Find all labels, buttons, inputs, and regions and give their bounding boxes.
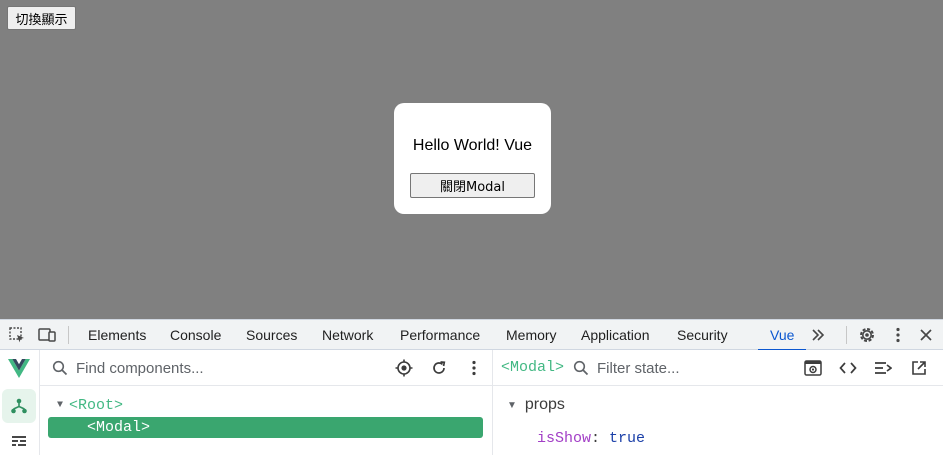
state-inspector-pane: <Modal> ▼ props isShow: true — [493, 350, 943, 455]
tree-options-kebab-icon[interactable] — [465, 359, 483, 377]
tab-vue[interactable]: Vue — [757, 320, 807, 351]
search-icon — [573, 360, 589, 376]
components-tree-nav-icon[interactable] — [2, 389, 36, 423]
selected-component-name: <Modal> — [501, 359, 565, 376]
tab-security[interactable]: Security — [677, 320, 728, 350]
tab-console[interactable]: Console — [170, 320, 221, 350]
devtools-panel: Elements Console Sources Network Perform… — [0, 319, 943, 455]
more-tabs-icon[interactable] — [808, 325, 828, 345]
tree-node-modal-selected[interactable]: <Modal> — [48, 417, 483, 438]
prop-separator: : — [591, 430, 610, 447]
close-modal-button[interactable]: 關閉Modal — [410, 173, 535, 198]
select-component-target-icon[interactable] — [395, 359, 413, 377]
search-icon — [52, 360, 68, 376]
inspect-element-icon[interactable] — [7, 325, 27, 345]
tab-performance[interactable]: Performance — [400, 320, 480, 350]
tree-node-root-label: <Root> — [69, 397, 124, 414]
prop-value[interactable]: true — [609, 430, 645, 447]
close-devtools-icon[interactable] — [916, 325, 936, 345]
timeline-nav-icon[interactable] — [9, 434, 29, 450]
toolbar-divider — [68, 326, 69, 344]
tab-network[interactable]: Network — [322, 320, 373, 350]
tab-memory[interactable]: Memory — [506, 320, 557, 350]
page-viewport: 切換顯示 Hello World! Vue 關閉Modal — [0, 0, 943, 319]
scroll-to-component-icon[interactable] — [874, 359, 892, 377]
collapse-caret-icon[interactable]: ▼ — [507, 400, 517, 411]
open-in-editor-icon[interactable] — [910, 359, 928, 377]
prop-key: isShow — [537, 430, 592, 447]
props-section-header[interactable]: ▼ props — [507, 396, 565, 414]
expand-caret-icon[interactable]: ▼ — [57, 400, 63, 411]
vue-logo-icon — [8, 359, 30, 379]
tab-sources[interactable]: Sources — [246, 320, 297, 350]
kebab-menu-icon[interactable] — [888, 325, 908, 345]
modal-text: Hello World! Vue — [412, 137, 533, 154]
tree-node-root[interactable]: ▼ <Root> — [48, 395, 483, 416]
settings-gear-icon[interactable] — [857, 325, 877, 345]
tab-elements[interactable]: Elements — [88, 320, 146, 350]
code-brackets-icon[interactable] — [839, 359, 857, 377]
inspect-dom-icon[interactable] — [804, 359, 822, 377]
component-search-bar — [40, 350, 493, 386]
component-tree-pane: ▼ <Root> <Modal> — [40, 350, 493, 455]
tree-node-modal-label: <Modal> — [87, 419, 151, 436]
props-section-title: props — [524, 396, 565, 413]
refresh-icon[interactable] — [430, 359, 448, 377]
prop-row[interactable]: isShow: true — [537, 430, 645, 447]
devtools-tabbar: Elements Console Sources Network Perform… — [0, 320, 943, 351]
tab-application[interactable]: Application — [581, 320, 650, 350]
toggle-display-button[interactable]: 切換顯示 — [7, 6, 76, 30]
modal-dialog: Hello World! Vue 關閉Modal — [394, 103, 551, 214]
state-toolbar: <Modal> — [493, 350, 943, 386]
find-components-input[interactable] — [76, 357, 376, 379]
toolbar-divider — [846, 326, 847, 344]
device-toolbar-icon[interactable] — [37, 325, 57, 345]
vue-devtools-sidebar — [0, 350, 40, 455]
filter-state-input[interactable] — [597, 357, 787, 379]
